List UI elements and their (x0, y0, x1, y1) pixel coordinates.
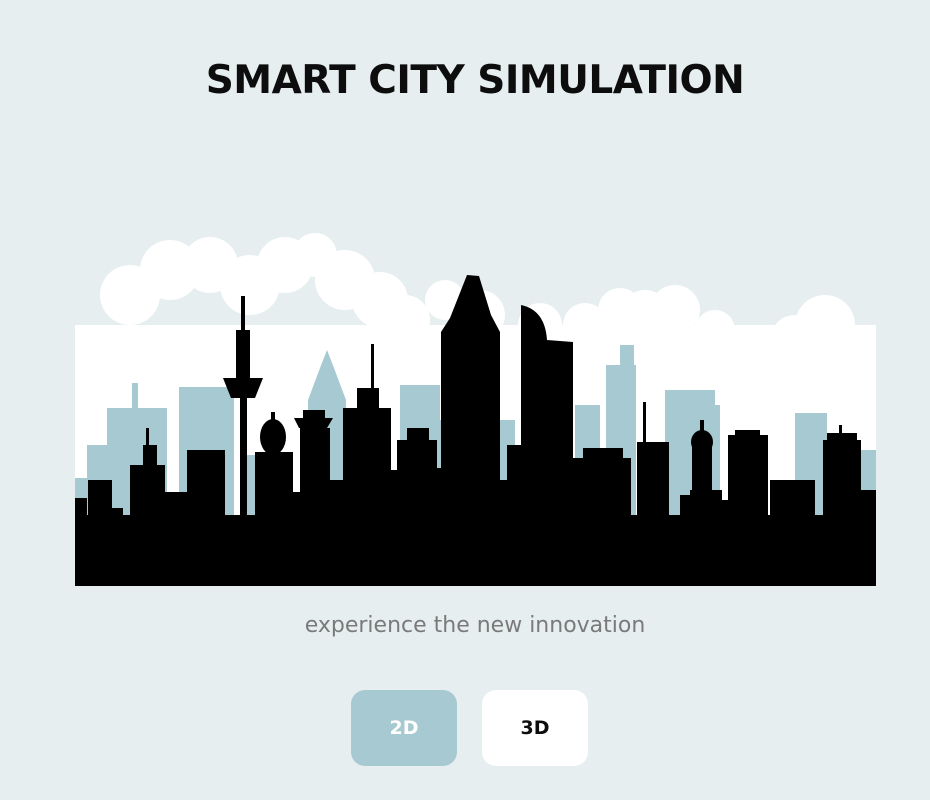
page-title: SMART CITY SIMULATION (205, 58, 745, 103)
mode-3d-button[interactable]: 3D (482, 690, 588, 766)
mode-2d-button[interactable]: 2D (351, 690, 457, 766)
city-skyline-illustration (75, 233, 876, 586)
mode-toggle: 2D 3D (351, 690, 588, 766)
tagline: experience the new innovation (304, 613, 646, 638)
